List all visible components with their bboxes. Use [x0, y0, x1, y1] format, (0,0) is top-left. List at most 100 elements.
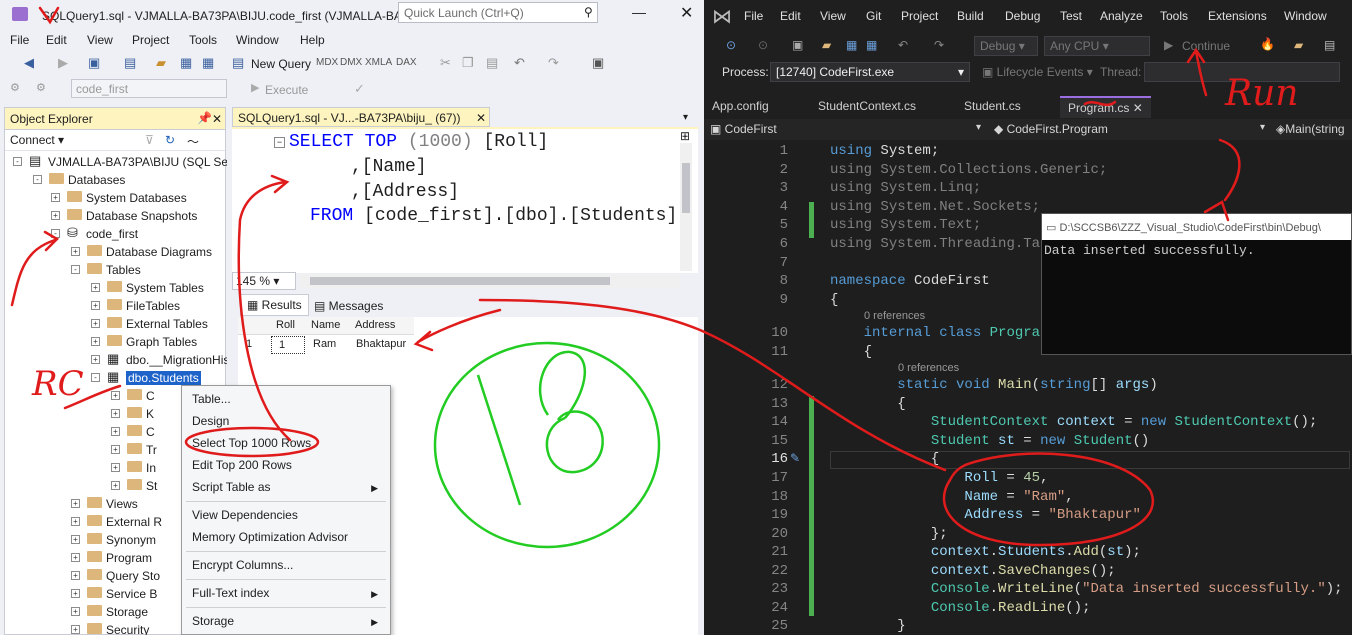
- expand-icon[interactable]: +: [71, 517, 80, 526]
- solution-config-dropdown[interactable]: Debug ▾: [974, 36, 1038, 56]
- cell-name[interactable]: Ram: [313, 338, 336, 350]
- tab-dropdown-icon[interactable]: ▾: [683, 112, 688, 123]
- expand-icon[interactable]: +: [51, 193, 60, 202]
- expand-icon[interactable]: +: [91, 319, 100, 328]
- tab-close-icon[interactable]: ✕: [1133, 101, 1143, 115]
- expand-icon[interactable]: +: [111, 427, 120, 436]
- vs-menu-test[interactable]: Test: [1060, 9, 1082, 23]
- tab-student-context[interactable]: StudentContext.cs: [810, 96, 924, 118]
- tree-node[interactable]: - Databases: [5, 171, 227, 189]
- copy-icon[interactable]: ❐: [462, 55, 474, 71]
- vs-menu-debug[interactable]: Debug: [1005, 9, 1040, 23]
- cut-icon[interactable]: ✂: [440, 55, 451, 71]
- expand-icon[interactable]: +: [111, 463, 120, 472]
- nav-class-dropdown-icon[interactable]: ▾: [1260, 122, 1265, 133]
- main-references[interactable]: 0 references: [898, 362, 959, 374]
- query-editor[interactable]: − SELECT TOP (1000) [Roll] ,[Name] ,[Add…: [232, 127, 698, 273]
- vs-menu-extensions[interactable]: Extensions: [1208, 9, 1267, 23]
- tree-node[interactable]: + System Tables: [5, 279, 227, 297]
- vs-save-all-icon[interactable]: ▦: [866, 38, 877, 52]
- add-item-icon[interactable]: ▤: [124, 55, 136, 71]
- menu-item-storage[interactable]: Storage: [192, 614, 234, 628]
- expand-icon[interactable]: +: [71, 607, 80, 616]
- collapse-icon[interactable]: -: [33, 175, 42, 184]
- menu-item-memory-optimization[interactable]: Memory Optimization Advisor: [192, 530, 348, 544]
- query-tab[interactable]: SQLQuery1.sql - VJ...-BA73PA\biju_ (67))…: [232, 107, 490, 127]
- nav-project-dropdown-icon[interactable]: ▾: [976, 122, 981, 133]
- expand-icon[interactable]: +: [71, 247, 80, 256]
- redo-icon[interactable]: ↷: [548, 55, 559, 71]
- menu-project[interactable]: Project: [132, 33, 169, 47]
- expand-icon[interactable]: +: [91, 283, 100, 292]
- dax-query-icon[interactable]: DAX: [396, 57, 417, 68]
- expand-icon[interactable]: +: [91, 337, 100, 346]
- mdx-query-icon[interactable]: MDX: [316, 57, 338, 68]
- expand-icon[interactable]: +: [111, 445, 120, 454]
- back-icon[interactable]: ◀: [24, 55, 34, 71]
- menu-item-full-text-index[interactable]: Full-Text index: [192, 586, 269, 600]
- expand-icon[interactable]: +: [71, 535, 80, 544]
- execute-icon[interactable]: ▶: [251, 81, 259, 94]
- minimize-button[interactable]: —: [632, 4, 646, 20]
- vs-back-icon[interactable]: ⊙: [726, 38, 736, 52]
- expand-icon[interactable]: +: [91, 355, 100, 364]
- tree-node[interactable]: + Database Snapshots: [5, 207, 227, 225]
- execute-button[interactable]: Execute: [265, 83, 308, 97]
- continue-button[interactable]: Continue: [1182, 39, 1230, 53]
- xmla-query-icon[interactable]: XMLA: [365, 57, 392, 68]
- zoom-selector[interactable]: 145 % ▾: [232, 272, 296, 290]
- expand-icon[interactable]: +: [71, 553, 80, 562]
- menu-edit[interactable]: Edit: [46, 33, 67, 47]
- activity-monitor-icon[interactable]: ▣: [592, 55, 604, 71]
- paste-icon[interactable]: ▤: [486, 55, 498, 71]
- expand-icon[interactable]: +: [71, 499, 80, 508]
- vs-forward-icon[interactable]: ⊙: [758, 38, 768, 52]
- tab-app-config[interactable]: App.config: [704, 96, 777, 118]
- expand-icon[interactable]: +: [91, 301, 100, 310]
- split-icon[interactable]: ⊞: [680, 129, 690, 143]
- process-dropdown[interactable]: [12740] CodeFirst.exe ▾: [770, 62, 970, 82]
- expand-icon[interactable]: +: [71, 625, 80, 634]
- nav-class[interactable]: ◆ CodeFirst.Program: [994, 122, 1108, 136]
- vs-menu-edit[interactable]: Edit: [780, 9, 801, 23]
- class-references[interactable]: 0 references: [864, 310, 925, 322]
- collapse-icon[interactable]: -: [91, 373, 100, 382]
- menu-item-new-table[interactable]: Table...: [192, 392, 231, 406]
- menu-file[interactable]: File: [10, 33, 29, 47]
- tab-messages[interactable]: ▤ Messages: [310, 296, 387, 316]
- close-tab-icon[interactable]: ✕: [476, 111, 486, 125]
- console-window[interactable]: ▭ D:\SCCSB6\ZZZ_Visual_Studio\CodeFirst\…: [1041, 213, 1352, 355]
- connect-dropdown-icon[interactable]: ▾: [55, 133, 64, 147]
- expand-icon[interactable]: +: [111, 391, 120, 400]
- new-project-icon[interactable]: ▣: [88, 55, 100, 71]
- tab-student[interactable]: Student.cs: [956, 96, 1029, 118]
- tab-results[interactable]: ▦ Results: [240, 294, 309, 316]
- menu-tools[interactable]: Tools: [189, 33, 217, 47]
- lifecycle-events-button[interactable]: ▣ Lifecycle Events ▾: [982, 65, 1093, 79]
- vs-redo-icon[interactable]: ↷: [934, 38, 944, 52]
- menu-item-select-top-1000[interactable]: Select Top 1000 Rows: [192, 436, 311, 450]
- vs-folder-icon[interactable]: ▰: [1294, 38, 1303, 52]
- platform-dropdown[interactable]: Any CPU ▾: [1044, 36, 1150, 56]
- column-header-address[interactable]: Address: [355, 319, 395, 331]
- new-query-icon[interactable]: ▤: [232, 55, 244, 71]
- menu-item-edit-top-200[interactable]: Edit Top 200 Rows: [192, 458, 292, 472]
- menu-item-design[interactable]: Design: [192, 414, 229, 428]
- continue-icon[interactable]: ▶: [1164, 38, 1173, 52]
- collapse-icon[interactable]: -: [71, 265, 80, 274]
- vs-open-icon[interactable]: ▰: [822, 38, 831, 52]
- save-all-icon[interactable]: ▦: [202, 55, 214, 71]
- close-panel-icon[interactable]: ✕: [212, 112, 222, 126]
- tree-node[interactable]: - Tables: [5, 261, 227, 279]
- tree-node[interactable]: + Graph Tables: [5, 333, 227, 351]
- vs-menu-view[interactable]: View: [820, 9, 846, 23]
- menu-help[interactable]: Help: [300, 33, 325, 47]
- vs-save-icon[interactable]: ▦: [846, 38, 857, 52]
- expand-icon[interactable]: +: [111, 409, 120, 418]
- collapse-icon[interactable]: -: [13, 157, 22, 166]
- tree-node[interactable]: + FileTables: [5, 297, 227, 315]
- vs-layout-icon[interactable]: ▤: [1324, 38, 1335, 52]
- tree-node[interactable]: + Database Diagrams: [5, 243, 227, 261]
- thread-dropdown[interactable]: [1144, 62, 1340, 82]
- search-icon[interactable]: ⚲: [584, 5, 593, 19]
